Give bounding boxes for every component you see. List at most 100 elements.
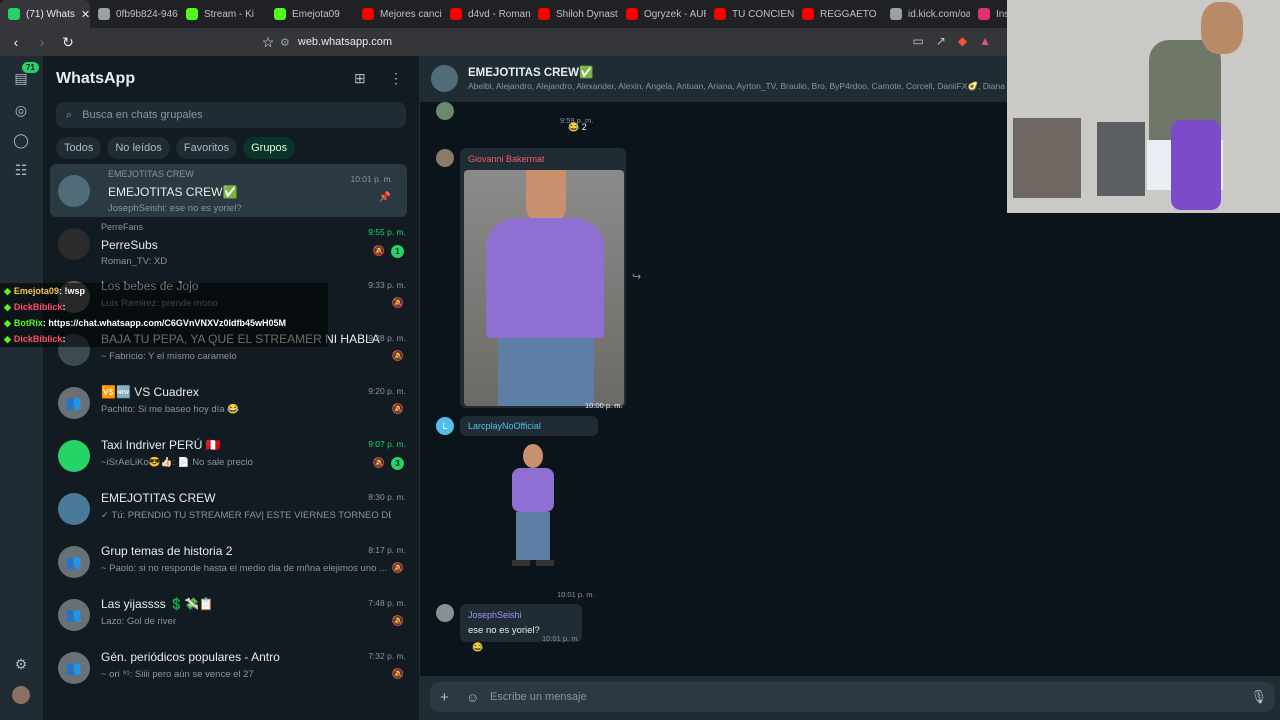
chat-name: Las yijassss 💲💸📋	[101, 597, 214, 611]
chat-list-item[interactable]: 👥 Gén. periódicos populares - Antro ~ ori …	[43, 641, 420, 694]
group-avatar: 👥	[58, 387, 90, 419]
browser-tab[interactable]: (71) Whats ✕	[0, 0, 90, 28]
group-avatar[interactable]	[431, 65, 458, 92]
group-icon: 👥	[65, 660, 83, 675]
chat-list-item[interactable]: EMEJOTITAS CREW ✓ Tú: PRENDIO TU STREAMER…	[43, 482, 420, 535]
forward-icon[interactable]: ›	[32, 34, 52, 50]
stream-user: DickBiblick	[13, 334, 63, 344]
chat-list-item[interactable]: EMEJOTITAS CREW EMEJOTITAS CREW✅ JosephSei…	[50, 164, 407, 217]
forward-icon[interactable]: ↪	[632, 270, 641, 283]
tab-favicon-icon	[186, 8, 198, 20]
sticker-icon[interactable]: ☺	[466, 690, 479, 705]
cast-icon[interactable]: ▭	[912, 34, 923, 48]
message-placeholder: Escribe un mensaje	[490, 691, 587, 703]
chat-list-item[interactable]: 👥 Las yijassss 💲💸📋 Lazo: Gol de river 7:48 …	[43, 588, 420, 641]
chat-badge-icon: ◆	[4, 333, 11, 344]
menu-icon[interactable]: ⋮	[389, 70, 403, 87]
browser-tab[interactable]: Stream - Ki	[178, 0, 266, 28]
address-bar[interactable]: ⚙ web.whatsapp.com	[280, 28, 392, 56]
brave-shield-icon[interactable]: ◆	[958, 34, 967, 48]
browser-tab[interactable]: 0fb9b824-946c	[90, 0, 178, 28]
webcam-overlay	[1007, 0, 1280, 213]
back-icon[interactable]: ‹	[6, 34, 26, 50]
browser-tab[interactable]: REGGAETO	[794, 0, 882, 28]
communities-icon[interactable]: ☷	[12, 162, 30, 180]
sender-avatar	[436, 102, 454, 120]
muted-icon: 🔕	[372, 458, 385, 469]
tab-close-icon[interactable]: ✕	[81, 8, 90, 21]
filter-groups[interactable]: Grupos	[243, 137, 296, 159]
chat-preview: Pachito: Si me baseo hoy día 😂	[101, 404, 240, 415]
group-avatar: 👥	[58, 652, 90, 684]
browser-tab[interactable]: Mejores cancio	[354, 0, 442, 28]
photo-attachment[interactable]	[464, 170, 624, 406]
stream-chat-line: ◆ BotRix : https://chat.whatsapp.com/C6GV…	[0, 315, 328, 331]
chat-name: EMEJOTITAS CREW	[101, 491, 216, 505]
muted-icon: 🔕	[391, 669, 404, 680]
bookmark-icon[interactable]: ☆	[258, 34, 278, 51]
browser-tab[interactable]: d4vd - Romam	[442, 0, 530, 28]
microphone-icon[interactable]: 🎙	[1250, 689, 1267, 705]
chat-status: 📌	[379, 192, 391, 203]
browser-tab[interactable]: TU CONCIENC	[706, 0, 794, 28]
sender-avatar: L	[436, 417, 454, 435]
profile-avatar[interactable]	[12, 686, 30, 704]
browser-tab[interactable]: Emejota09	[266, 0, 354, 28]
chat-list-item[interactable]: 👥 🆚🆕 VS Cuadrex Pachito: Si me baseo hoy d…	[43, 376, 420, 429]
reaction-badge[interactable]: 😂	[472, 642, 483, 653]
chat-list-item[interactable]: Taxi Indriver PERÚ 🇵🇪 ~iSrAeLiKo😎👍🏻: 📄 No…	[43, 429, 420, 482]
group-members: Abelbi, Alejandro, Alejandro, Alexander,…	[468, 81, 1005, 91]
channels-icon[interactable]: ◯	[12, 132, 30, 150]
pin-icon: 📌	[378, 192, 391, 203]
status-icon[interactable]: ◎	[12, 102, 30, 120]
sticker-image[interactable]	[506, 442, 560, 568]
chat-name: EMEJOTITAS CREW✅	[108, 185, 238, 199]
browser-tab[interactable]: id.kick.com/oa	[882, 0, 970, 28]
tab-title: id.kick.com/oa	[908, 8, 970, 20]
share-icon[interactable]: ↗	[936, 34, 946, 48]
new-chat-icon[interactable]: ⊞	[354, 70, 366, 87]
tab-title: 0fb9b824-946c	[116, 8, 178, 20]
filter-chips: Todos No leídos Favoritos Grupos	[56, 137, 296, 159]
browser-toolbar: ‹ › ↻ ☆ ⚙ web.whatsapp.com ▭ ↗ ◆ ▲	[0, 28, 1007, 56]
message-input[interactable]: + ☺ Escribe un mensaje 🎙	[430, 682, 1275, 712]
tab-favicon-icon	[714, 8, 726, 20]
search-input[interactable]: ⌕ Busca en chats grupales	[56, 102, 406, 128]
stream-user: Emejota09	[13, 286, 59, 296]
muted-icon: 🔕	[391, 563, 404, 574]
chat-time: 9:20 p. m.	[368, 386, 406, 396]
reaction-badge[interactable]: 😂 2	[568, 122, 587, 133]
filter-favorites[interactable]: Favoritos	[175, 137, 238, 159]
group-avatar	[58, 493, 90, 525]
group-icon: 👥	[65, 554, 83, 569]
settings-icon[interactable]: ⚙	[12, 656, 30, 674]
tab-title: Ogryzek - AUR	[644, 8, 706, 20]
muted-icon: 🔕	[391, 616, 404, 627]
chat-list-item[interactable]: 👥 Grup temas de historia 2 ~ Paolo: si no …	[43, 535, 420, 588]
sticker-message[interactable]: LarcplayNoOfficial	[460, 416, 598, 436]
reload-icon[interactable]: ↻	[58, 34, 78, 51]
tab-favicon-icon	[890, 8, 902, 20]
chat-time: 7:48 p. m.	[368, 598, 406, 608]
chat-list-item[interactable]: PerreFans PerreSubs Roman_TV: XD 9:55 p. m.…	[43, 217, 420, 270]
browser-tab-bar: (71) Whats ✕ 0fb9b824-946c Stream - Ki Emejo…	[0, 0, 1018, 28]
stream-chat-line: ◆ Emejota09 : !wsp	[0, 283, 328, 299]
tab-favicon-icon	[274, 8, 286, 20]
group-name: EMEJOTITAS CREW✅	[468, 67, 594, 79]
site-info-icon[interactable]: ⚙	[280, 36, 290, 49]
chat-preview: ~ ori ⁹¹: Siiii pero aún se vence el 27	[101, 669, 254, 680]
attach-icon[interactable]: +	[440, 689, 449, 706]
text-message[interactable]: JosephSeishi ese no es yoriel? 10:01 p. …	[460, 604, 582, 643]
chat-time: 9:55 p. m.	[368, 227, 406, 237]
browser-tab[interactable]: Ogryzek - AUR	[618, 0, 706, 28]
conversation-header[interactable]: EMEJOTITAS CREW✅ Abelbi, Alejandro, Alej…	[420, 56, 1007, 102]
message-text: ese no es yoriel?	[468, 625, 540, 636]
chat-status: 🔕	[392, 404, 404, 415]
chat-name: PerreSubs	[101, 238, 158, 252]
stream-chat-overlay: ◆ Emejota09 : !wsp ◆ DickBiblick : ◆ BotRix …	[0, 283, 328, 347]
rewards-icon[interactable]: ▲	[979, 34, 991, 48]
browser-tab[interactable]: Shiloh Dynasty	[530, 0, 618, 28]
filter-all[interactable]: Todos	[56, 137, 102, 159]
filter-unread[interactable]: No leídos	[107, 137, 170, 159]
tab-title: Emejota09	[292, 8, 340, 20]
